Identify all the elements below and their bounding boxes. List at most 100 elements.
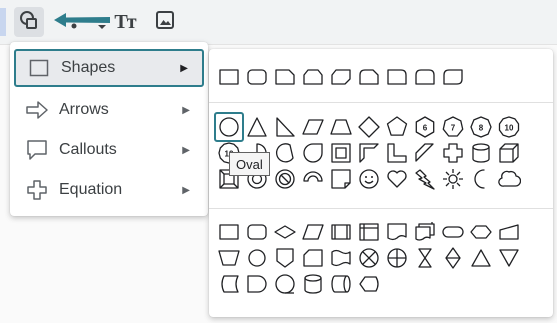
text-box-button[interactable]: Tт xyxy=(110,7,140,37)
shape-snip-corner-rectangle[interactable] xyxy=(273,65,297,89)
shapes-submenu: 6781012 xyxy=(209,49,553,317)
shape-diagonal-stripe[interactable] xyxy=(413,141,437,165)
shape-teardrop[interactable] xyxy=(301,141,325,165)
shape-pentagon[interactable] xyxy=(385,115,409,139)
shape-predefined-process[interactable] xyxy=(329,220,353,244)
menu-item-equation[interactable]: Equation ▶ xyxy=(14,171,204,209)
tooltip: Oval xyxy=(229,152,270,176)
shape-octagon[interactable]: 8 xyxy=(469,115,493,139)
shape-lightning-bolt[interactable] xyxy=(413,167,437,191)
shape-manual-operation[interactable] xyxy=(217,246,241,270)
shape-snip-same-side-rectangle[interactable] xyxy=(301,65,325,89)
plus-icon xyxy=(26,179,48,201)
shape-no-symbol[interactable] xyxy=(273,167,297,191)
shape-decagon[interactable]: 10 xyxy=(497,115,521,139)
chevron-right-icon: ▶ xyxy=(182,184,190,196)
shape-extract[interactable] xyxy=(469,246,493,270)
menu-item-label: Arrows xyxy=(59,101,109,118)
svg-text:10: 10 xyxy=(505,124,514,133)
shape-cloud[interactable] xyxy=(497,167,521,191)
shape-trapezoid[interactable] xyxy=(329,115,353,139)
shape-snip-diagonal-rectangle[interactable] xyxy=(329,65,353,89)
shape-can[interactable] xyxy=(469,141,493,165)
arrow-annotation xyxy=(52,7,112,37)
shape-parallelogram[interactable] xyxy=(301,115,325,139)
shape-direct-access-storage[interactable] xyxy=(329,272,353,296)
shape-summing-junction[interactable] xyxy=(357,246,381,270)
shape-round-snip-rectangle[interactable] xyxy=(357,65,381,89)
shape-diamond[interactable] xyxy=(357,115,381,139)
shape-heart[interactable] xyxy=(385,167,409,191)
shape-plus[interactable] xyxy=(441,141,465,165)
shape-round-same-side-rectangle[interactable] xyxy=(413,65,437,89)
shape-off-page-connector[interactable] xyxy=(273,246,297,270)
shape-merge[interactable] xyxy=(497,246,521,270)
shape-magnetic-disk[interactable] xyxy=(301,272,325,296)
shape-collate[interactable] xyxy=(413,246,437,270)
shape-connector[interactable] xyxy=(245,246,269,270)
chevron-right-icon: ▶ xyxy=(182,104,190,116)
shape-round-corner-rectangle[interactable] xyxy=(385,65,409,89)
shape-cube[interactable] xyxy=(497,141,521,165)
text-box-icon: Tт xyxy=(114,10,136,33)
image-icon xyxy=(155,10,175,35)
shape-data[interactable] xyxy=(301,220,325,244)
shape-block-arc[interactable] xyxy=(301,167,325,191)
tooltip-text: Oval xyxy=(236,156,263,172)
image-button[interactable] xyxy=(150,7,180,37)
shape-process[interactable] xyxy=(217,220,241,244)
shape-hexagon[interactable]: 6 xyxy=(413,115,437,139)
section-divider xyxy=(209,102,553,103)
shape-or[interactable] xyxy=(385,246,409,270)
shape-half-frame[interactable] xyxy=(357,141,381,165)
svg-text:8: 8 xyxy=(479,124,484,133)
square-icon xyxy=(28,57,50,79)
shape-stored-data[interactable] xyxy=(217,272,241,296)
speech-bubble-icon xyxy=(26,139,48,161)
shape-frame[interactable] xyxy=(329,141,353,165)
shape-decision[interactable] xyxy=(273,220,297,244)
shape-sun[interactable] xyxy=(441,167,465,191)
shape-triangle[interactable] xyxy=(245,115,269,139)
shape-terminator[interactable] xyxy=(441,220,465,244)
shape-punched-tape[interactable] xyxy=(329,246,353,270)
shape-heptagon[interactable]: 7 xyxy=(441,115,465,139)
shape-preparation[interactable] xyxy=(469,220,493,244)
shape-delay[interactable] xyxy=(245,272,269,296)
shape-alternate-process[interactable] xyxy=(245,220,269,244)
shape-multi-document[interactable] xyxy=(413,220,437,244)
shape-right-triangle[interactable] xyxy=(273,115,297,139)
chevron-right-icon: ▶ xyxy=(180,62,188,74)
shape-folded-corner[interactable] xyxy=(329,167,353,191)
shape-card[interactable] xyxy=(301,246,325,270)
shape-smiley[interactable] xyxy=(357,167,381,191)
shapes-icon xyxy=(18,9,40,36)
shape-rectangle[interactable] xyxy=(217,65,241,89)
arrow-right-icon xyxy=(26,99,48,121)
menu-item-callouts[interactable]: Callouts ▶ xyxy=(14,131,204,169)
shape-display[interactable] xyxy=(357,272,381,296)
svg-text:6: 6 xyxy=(423,124,428,133)
menu-item-label: Callouts xyxy=(59,141,117,158)
toolbar-edge xyxy=(0,8,6,36)
shape-document[interactable] xyxy=(385,220,409,244)
shape-oval[interactable] xyxy=(214,112,244,142)
arrow-pointer-icon xyxy=(52,5,112,40)
shape-corner[interactable] xyxy=(385,141,409,165)
shape-chord[interactable] xyxy=(273,141,297,165)
menu-item-label: Shapes xyxy=(61,59,116,76)
shape-moon[interactable] xyxy=(469,167,493,191)
svg-text:7: 7 xyxy=(451,124,456,133)
shape-sequential-access[interactable] xyxy=(273,272,297,296)
shape-manual-input[interactable] xyxy=(497,220,521,244)
menu-item-label: Equation xyxy=(59,181,123,198)
shapes-button[interactable] xyxy=(14,7,44,37)
shape-sort[interactable] xyxy=(441,246,465,270)
toolbar: Tт xyxy=(0,0,557,45)
section-divider xyxy=(209,208,553,209)
menu-item-arrows[interactable]: Arrows ▶ xyxy=(14,91,204,129)
shape-rounded-rectangle[interactable] xyxy=(245,65,269,89)
shape-internal-storage[interactable] xyxy=(357,220,381,244)
shape-round-diagonal-rectangle[interactable] xyxy=(441,65,465,89)
menu-item-shapes[interactable]: Shapes ▶ xyxy=(14,49,204,87)
